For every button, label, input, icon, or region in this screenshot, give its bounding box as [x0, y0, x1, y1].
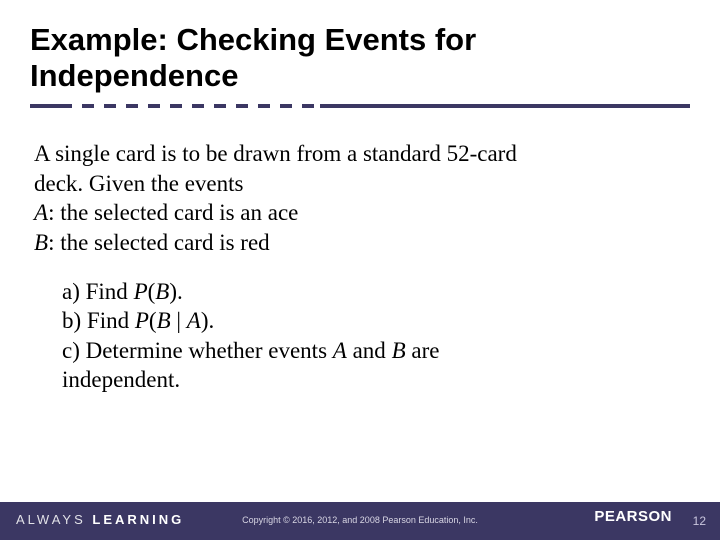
qb-arg1: B	[157, 308, 171, 333]
qa-p: P	[134, 279, 148, 304]
rule-dashed	[60, 104, 320, 108]
qc-tail: are	[406, 338, 440, 363]
event-a-text: : the selected card is an ace	[48, 200, 298, 225]
event-b-label: B	[34, 230, 48, 255]
title-rule	[30, 99, 690, 113]
body: A single card is to be drawn from a stan…	[0, 121, 720, 395]
pearson-text: PEARSON	[594, 508, 672, 525]
qb-arg2: A	[187, 308, 201, 333]
question-b: b) Find P(B | A).	[62, 306, 686, 335]
event-a-line: A: the selected card is an ace	[34, 198, 686, 227]
question-a: a) Find P(B).	[62, 277, 686, 306]
pearson-logo: PEARSON	[584, 508, 672, 525]
question-c-line2: independent.	[62, 365, 686, 394]
qb-label: b) Find	[62, 308, 135, 333]
qc-and: and	[347, 338, 392, 363]
intro-block: A single card is to be drawn from a stan…	[34, 139, 686, 257]
qb-open: (	[149, 308, 157, 333]
page-number: 12	[693, 514, 706, 528]
event-b-text: : the selected card is red	[48, 230, 270, 255]
qc-b: B	[392, 338, 406, 363]
qa-arg: B	[155, 279, 169, 304]
qc-label: c) Determine whether events	[62, 338, 333, 363]
qb-close: ).	[201, 308, 214, 333]
footer-bar: ALWAYS LEARNING Copyright © 2016, 2012, …	[0, 502, 720, 540]
questions-block: a) Find P(B). b) Find P(B | A). c) Deter…	[34, 275, 686, 395]
qb-mid: |	[171, 308, 187, 333]
qb-p: P	[135, 308, 149, 333]
qa-close: ).	[169, 279, 182, 304]
title-area: Example: Checking Events for Independenc…	[0, 0, 720, 121]
intro-line-2: deck. Given the events	[34, 169, 686, 198]
event-b-line: B: the selected card is red	[34, 228, 686, 257]
qc-a: A	[333, 338, 347, 363]
slide: Example: Checking Events for Independenc…	[0, 0, 720, 540]
slide-title: Example: Checking Events for Independenc…	[30, 22, 690, 93]
qa-label: a) Find	[62, 279, 134, 304]
question-c: c) Determine whether events A and B are	[62, 336, 686, 365]
event-a-label: A	[34, 200, 48, 225]
intro-line-1: A single card is to be drawn from a stan…	[34, 139, 686, 168]
